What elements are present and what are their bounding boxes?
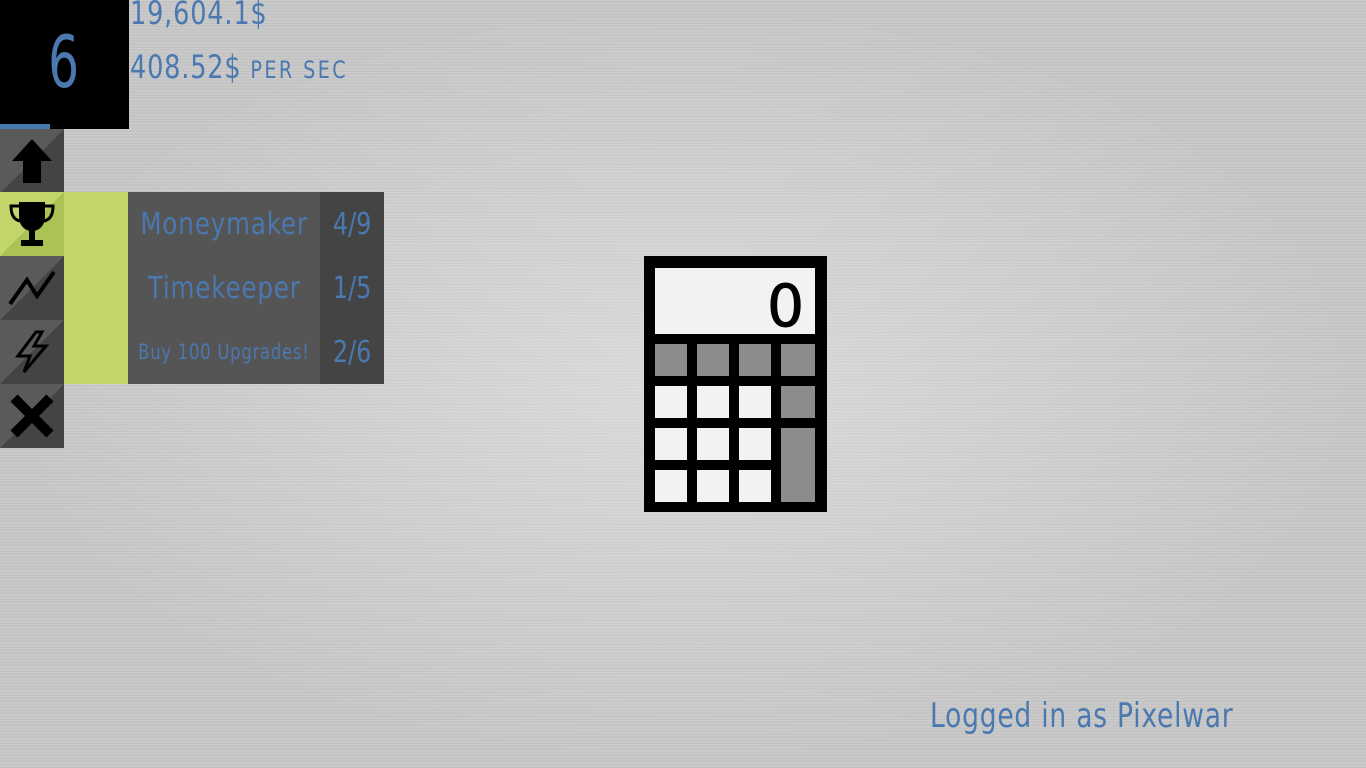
level-indicator: 6: [0, 0, 129, 129]
login-status: Logged in as Pixelwar: [930, 696, 1234, 736]
achievement-row: Moneymaker 4/9: [128, 192, 384, 256]
sidebar-item-boost[interactable]: [0, 320, 64, 384]
calculator-display-value: 0: [767, 272, 804, 340]
achievement-progress: 4/9: [320, 192, 384, 256]
achievement-name: Timekeeper: [128, 256, 320, 320]
close-icon: [10, 394, 54, 438]
rate-unit: per sec: [250, 56, 349, 84]
sidebar-item-stats[interactable]: [0, 256, 64, 320]
level-number: 6: [48, 19, 79, 104]
achievement-progress: 1/5: [320, 256, 384, 320]
calculator-button[interactable]: 0: [644, 256, 827, 512]
chart-line-icon: [8, 270, 56, 306]
achievement-progress: 2/6: [320, 320, 384, 384]
sidebar-item-achievements[interactable]: [0, 192, 64, 256]
sidebar-item-upgrades[interactable]: [0, 129, 64, 193]
lightning-icon: [15, 330, 50, 373]
sidebar-item-close[interactable]: [0, 384, 64, 448]
money-total: 19,604.1$: [130, 0, 268, 32]
money-rate: 408.52$ per sec: [130, 48, 348, 86]
achievement-name: Buy 100 Upgrades!: [128, 320, 320, 384]
rate-value: 408.52$: [130, 48, 242, 86]
arrow-up-icon: [12, 139, 52, 183]
achievement-row: Timekeeper 1/5: [128, 256, 384, 320]
achievement-name: Moneymaker: [128, 192, 320, 256]
achievements-active-strip: [64, 192, 128, 384]
trophy-icon: [9, 202, 55, 246]
achievements-panel: Moneymaker 4/9 Timekeeper 1/5 Buy 100 Up…: [128, 192, 384, 384]
achievement-row: Buy 100 Upgrades! 2/6: [128, 320, 384, 384]
